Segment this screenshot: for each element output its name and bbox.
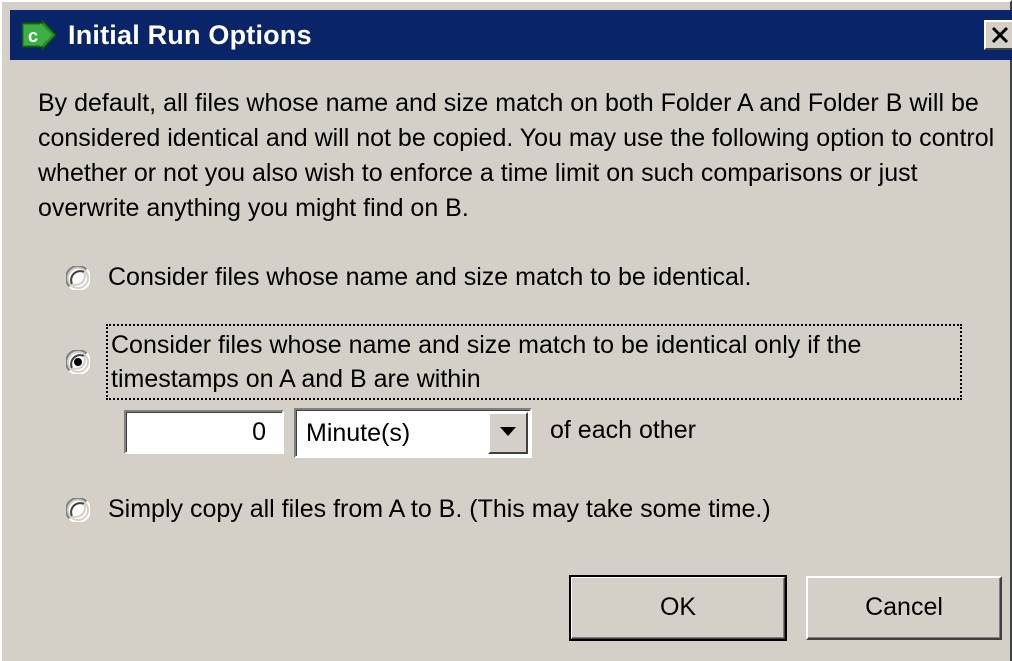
dropdown-button[interactable] <box>488 412 528 454</box>
dialog-window: c Initial Run Options By default, all fi… <box>0 0 1012 661</box>
option-identical-label[interactable]: Consider files whose name and size match… <box>108 260 751 294</box>
time-unit-select[interactable]: Minute(s) <box>294 408 532 458</box>
window-title: Initial Run Options <box>68 20 312 50</box>
option-copy-all-label[interactable]: Simply copy all files from A to B. (This… <box>108 492 771 526</box>
radio-identical-option[interactable] <box>65 265 91 291</box>
option-timestamp-label-line2: timestamps on A and B are within <box>111 365 481 393</box>
svg-text:c: c <box>28 26 38 46</box>
time-window-suffix: of each other <box>550 416 696 444</box>
title-bar[interactable]: c Initial Run Options <box>10 10 1012 60</box>
close-button[interactable] <box>984 20 1012 50</box>
description-text: By default, all files whose name and siz… <box>38 89 995 222</box>
option-timestamp-label[interactable]: Consider files whose name and size match… <box>106 324 962 400</box>
ok-button[interactable]: OK <box>569 575 787 641</box>
radio-copy-all-option[interactable] <box>65 497 91 523</box>
cancel-button[interactable]: Cancel <box>806 576 1002 640</box>
option-timestamp-label-line1: Consider files whose name and size match… <box>111 331 862 359</box>
time-window-value-input[interactable]: 0 <box>124 410 284 454</box>
radio-timestamp-option[interactable] <box>65 349 91 375</box>
app-c-arrow-icon: c <box>21 18 58 52</box>
time-unit-value: Minute(s) <box>306 419 411 447</box>
